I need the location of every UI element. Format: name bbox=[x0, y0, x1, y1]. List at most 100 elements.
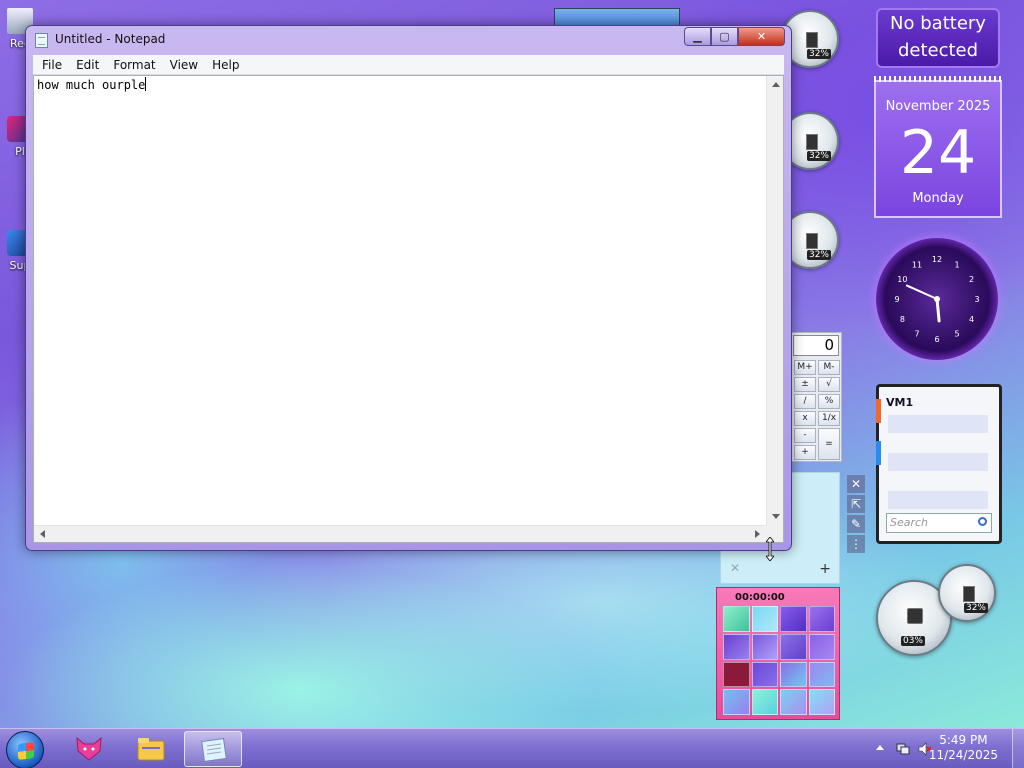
puzzle-tile[interactable] bbox=[751, 661, 778, 688]
puzzle-tile[interactable] bbox=[723, 661, 750, 688]
explorer-icon bbox=[137, 738, 165, 761]
puzzle-tile[interactable] bbox=[751, 633, 778, 660]
clock-numeral: 6 bbox=[934, 335, 939, 344]
feed-search-input[interactable]: Search bbox=[886, 513, 992, 533]
calc-key-mplus[interactable]: M+ bbox=[794, 360, 816, 375]
feed-tab-orange[interactable] bbox=[876, 399, 881, 423]
puzzle-tile[interactable] bbox=[808, 633, 835, 660]
puzzle-tile[interactable] bbox=[780, 606, 807, 632]
windows-logo-icon bbox=[18, 742, 34, 760]
chip-icon bbox=[806, 134, 818, 150]
maximize-button[interactable]: ▢ bbox=[711, 27, 738, 46]
calc-key-divide[interactable]: / bbox=[794, 394, 816, 409]
puzzle-grid[interactable] bbox=[723, 606, 835, 715]
puzzle-tile[interactable] bbox=[780, 689, 807, 715]
clock-tray[interactable]: 5:49 PM 11/24/2025 bbox=[929, 733, 998, 763]
text-editor-area[interactable]: how much ourple bbox=[33, 75, 784, 543]
vertical-resize-cursor-icon bbox=[766, 537, 774, 561]
puzzle-tile[interactable] bbox=[808, 661, 835, 688]
tray-time: 5:49 PM bbox=[939, 733, 988, 747]
calc-key-minus[interactable]: - bbox=[794, 428, 816, 443]
puzzle-tile[interactable] bbox=[723, 606, 750, 632]
puzzle-tile[interactable] bbox=[751, 689, 778, 715]
calculator-gadget[interactable]: 0 M+ M- ± √ / % x 1/x - = + bbox=[790, 332, 842, 462]
gadget-options-wrench-icon[interactable]: ✎ bbox=[847, 515, 865, 533]
picture-puzzle-gadget[interactable]: 00:00:00 bbox=[716, 587, 840, 720]
puzzle-tile[interactable] bbox=[780, 661, 807, 688]
taskbar-app-notepad[interactable] bbox=[184, 731, 242, 767]
scroll-left-arrow-icon[interactable] bbox=[40, 530, 45, 538]
feed-item[interactable] bbox=[888, 453, 988, 471]
window-title: Untitled - Notepad bbox=[55, 32, 166, 46]
battery-status-line1: No battery bbox=[890, 13, 986, 34]
notepad-icon bbox=[35, 33, 48, 48]
menu-file[interactable]: File bbox=[35, 58, 69, 72]
calc-key-percent[interactable]: % bbox=[818, 394, 840, 409]
clock-numeral: 10 bbox=[897, 275, 907, 284]
clock-gadget[interactable]: 1 2 3 4 5 6 7 8 9 10 11 12 bbox=[876, 238, 998, 360]
calc-key-mminus[interactable]: M- bbox=[818, 360, 840, 375]
delete-note-icon[interactable]: ✕ bbox=[730, 561, 740, 575]
vertical-scrollbar[interactable] bbox=[766, 76, 783, 525]
meter-percent: 03% bbox=[900, 636, 925, 646]
gadget-close-icon[interactable]: ✕ bbox=[847, 475, 865, 493]
menu-format[interactable]: Format bbox=[106, 58, 162, 72]
meter-percent: 32% bbox=[963, 603, 988, 613]
minimize-button[interactable]: ▁ bbox=[684, 27, 711, 46]
chip-icon bbox=[806, 233, 818, 249]
editor-content: how much ourple bbox=[37, 78, 146, 92]
show-hidden-icons-icon[interactable] bbox=[876, 745, 884, 750]
calc-key-equals[interactable]: = bbox=[818, 428, 840, 460]
calc-key-plusminus[interactable]: ± bbox=[794, 377, 816, 392]
desktop-icon-label: Pl bbox=[15, 145, 25, 158]
clock-numeral: 4 bbox=[969, 315, 974, 324]
feed-title: VM1 bbox=[886, 396, 914, 409]
scroll-down-arrow-icon[interactable] bbox=[772, 514, 780, 519]
close-button[interactable]: ✕ bbox=[738, 27, 785, 46]
memory-meter-gadget[interactable]: 32% bbox=[938, 564, 996, 622]
puzzle-tile[interactable] bbox=[808, 606, 835, 632]
puzzle-tile[interactable] bbox=[780, 633, 807, 660]
calendar-day-number: 24 bbox=[899, 118, 977, 188]
cpu-percent: 32% bbox=[806, 49, 831, 59]
puzzle-tile[interactable] bbox=[751, 606, 778, 632]
cpu-percent: 32% bbox=[806, 250, 831, 260]
feed-tab-blue[interactable] bbox=[876, 441, 881, 465]
menu-bar: File Edit Format View Help bbox=[33, 55, 784, 75]
search-icon[interactable] bbox=[978, 517, 987, 526]
calc-key-plus[interactable]: + bbox=[794, 445, 816, 460]
calc-key-reciprocal[interactable]: 1/x bbox=[818, 411, 840, 426]
taskbar: 5:49 PM 11/24/2025 bbox=[0, 728, 1024, 768]
calc-key-multiply[interactable]: x bbox=[794, 411, 816, 426]
puzzle-tile[interactable] bbox=[723, 633, 750, 660]
start-button[interactable] bbox=[6, 731, 44, 768]
horizontal-scrollbar[interactable] bbox=[34, 525, 766, 542]
network-icon[interactable] bbox=[896, 742, 910, 756]
feed-item[interactable] bbox=[888, 491, 988, 509]
taskbar-app-explorer[interactable] bbox=[122, 731, 180, 767]
notepad-titlebar[interactable]: Untitled - Notepad ▁ ▢ ✕ bbox=[26, 26, 791, 54]
taskbar-app-wolf[interactable] bbox=[60, 731, 118, 767]
feed-item[interactable] bbox=[888, 415, 988, 433]
puzzle-timer: 00:00:00 bbox=[735, 592, 785, 603]
menu-edit[interactable]: Edit bbox=[69, 58, 106, 72]
puzzle-tile[interactable] bbox=[723, 689, 750, 715]
battery-gadget[interactable]: No battery detected bbox=[876, 8, 1000, 68]
calculator-display: 0 bbox=[793, 335, 839, 356]
menu-help[interactable]: Help bbox=[205, 58, 246, 72]
scroll-right-arrow-icon[interactable] bbox=[755, 530, 760, 538]
gadget-larger-size-icon[interactable]: ⇱ bbox=[847, 495, 865, 513]
scroll-up-arrow-icon[interactable] bbox=[772, 82, 780, 87]
clock-numeral: 12 bbox=[932, 255, 942, 264]
show-desktop-button[interactable] bbox=[1012, 729, 1024, 768]
add-note-icon[interactable]: + bbox=[819, 561, 831, 577]
puzzle-tile[interactable] bbox=[808, 689, 835, 715]
gadget-drag-grip-icon[interactable]: ⋮ bbox=[847, 535, 865, 553]
clock-numeral: 11 bbox=[912, 260, 922, 269]
search-placeholder: Search bbox=[890, 516, 929, 529]
notepad-window[interactable]: Untitled - Notepad ▁ ▢ ✕ File Edit Forma… bbox=[25, 25, 792, 551]
feed-headlines-gadget[interactable]: VM1 Search bbox=[876, 384, 1002, 544]
calendar-gadget[interactable]: November 2025 24 Monday bbox=[874, 76, 1002, 218]
menu-view[interactable]: View bbox=[163, 58, 205, 72]
calc-key-sqrt[interactable]: √ bbox=[818, 377, 840, 392]
